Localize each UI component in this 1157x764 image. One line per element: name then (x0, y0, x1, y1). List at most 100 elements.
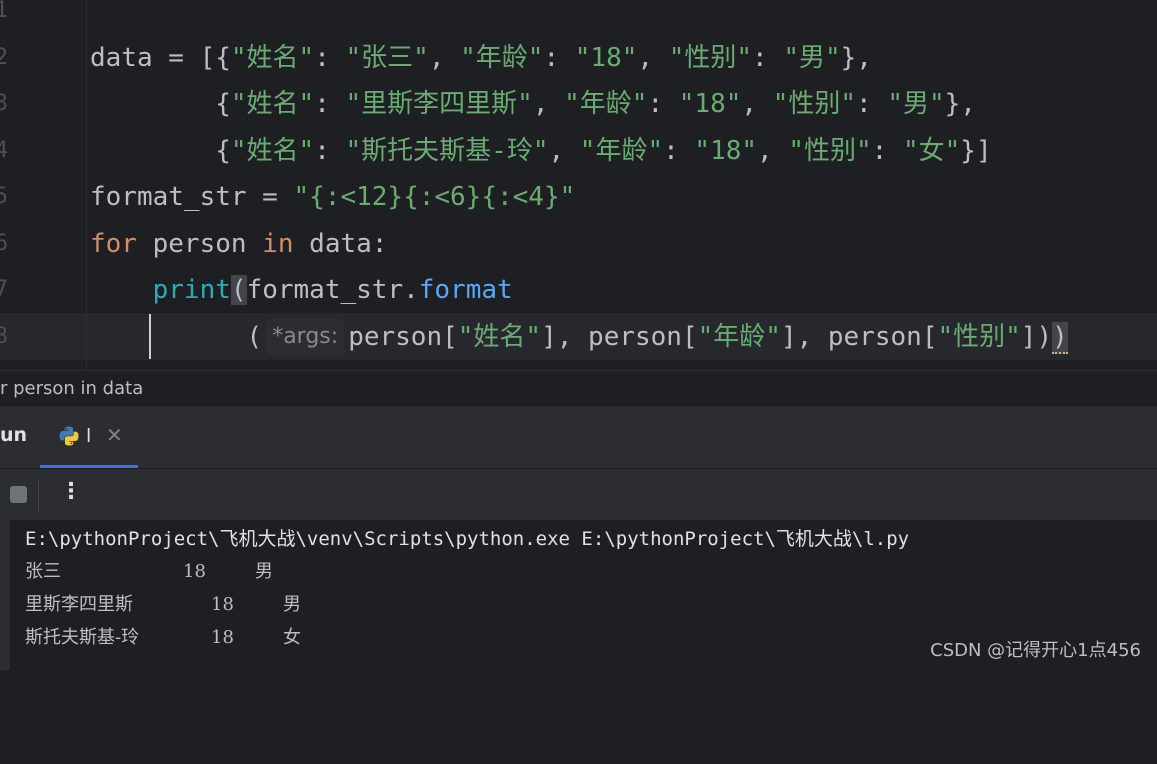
code-text: ], person[ (780, 322, 938, 352)
code-text: , (428, 43, 461, 73)
output-age: 18 (183, 561, 206, 582)
console-output-line: 张三 18 男 (25, 558, 425, 586)
toolbar-separator (38, 479, 39, 511)
code-text: format_str = (90, 182, 294, 212)
output-name: 里斯李四里斯 (25, 594, 133, 615)
console-output-line: 斯托夫斯基-玲 18 女 (25, 624, 425, 652)
string-literal: "张三" (345, 43, 429, 73)
string-literal: "年龄" (460, 43, 544, 73)
string-literal: "性别" (772, 89, 857, 119)
output-age: 18 (211, 627, 234, 648)
code-text: : (647, 89, 679, 119)
gutter-divider (86, 0, 87, 370)
tab-run-config[interactable]: l ✕ (40, 406, 138, 468)
code-text: : (871, 136, 903, 166)
code-text: { (90, 89, 231, 119)
tab-label: l (86, 425, 92, 447)
builtin-function: print (152, 275, 231, 305)
code-text: data: (293, 229, 388, 259)
matched-paren: ) (1052, 322, 1068, 354)
code-text: , (741, 89, 773, 119)
string-literal: "女" (902, 136, 961, 166)
code-text: }] (960, 136, 992, 166)
code-text: : (314, 43, 346, 73)
code-text: : (856, 89, 888, 119)
line-number: 1 (0, 0, 8, 23)
code-text: ] (1020, 322, 1037, 352)
code-text: ) (1036, 322, 1053, 352)
watermark: CSDN @记得开心1点456 (930, 640, 1141, 661)
code-line-3[interactable]: {"姓名": "里斯李四里斯", "年龄": "18", "性别": "男"}, (90, 81, 976, 127)
code-text: person (136, 229, 263, 259)
string-literal: "18" (678, 89, 742, 119)
code-text: : (663, 136, 695, 166)
run-toolwindow-title[interactable]: un (0, 424, 27, 446)
console-command-line: E:\pythonProject\飞机大战\venv\Scripts\pytho… (25, 528, 910, 550)
parameter-hint: *args: (266, 319, 345, 355)
output-gender: 男 (255, 561, 273, 582)
code-text: , (532, 89, 565, 119)
code-text: data = [{ (90, 43, 231, 73)
code-line-5[interactable]: format_str = "{:<12}{:<6}{:<4}" (90, 174, 575, 220)
code-text: { (90, 136, 231, 166)
console-output[interactable]: E:\pythonProject\飞机大战\venv\Scripts\pytho… (0, 520, 1157, 670)
code-text: : (314, 136, 346, 166)
string-literal: "性别" (937, 322, 1021, 352)
run-toolbar: ⋮ (0, 468, 1157, 520)
code-line-2[interactable]: data = [{"姓名": "张三", "年龄": "18", "性别": "… (90, 35, 872, 81)
string-literal: "姓名" (457, 322, 542, 352)
code-text: : (543, 43, 575, 73)
method-name: format (418, 275, 513, 305)
string-literal: "斯托夫斯基-玲" (345, 136, 549, 166)
matched-paren: ( (230, 275, 247, 305)
string-literal: "姓名" (230, 43, 315, 73)
string-literal: "男" (887, 89, 945, 119)
code-text: }, (840, 43, 872, 73)
code-text: , (548, 136, 580, 166)
code-text: person[ (348, 322, 458, 352)
stop-icon[interactable] (10, 486, 27, 503)
close-icon[interactable]: ✕ (106, 423, 123, 447)
string-literal: "{:<12}{:<6}{:<4}" (293, 182, 576, 212)
code-line-6[interactable]: for person in data: (90, 221, 387, 267)
code-text: ( (246, 322, 263, 352)
string-literal: "姓名" (230, 136, 315, 166)
console-gutter (0, 520, 10, 670)
line-number: 8 (0, 324, 8, 349)
output-age: 18 (211, 594, 234, 615)
console-output-line: 里斯李四里斯 18 男 (25, 591, 425, 619)
code-text: , (637, 43, 669, 73)
string-literal: "年龄" (697, 322, 781, 352)
code-line-7[interactable]: print(format_str.format (90, 267, 513, 313)
string-literal: "年龄" (579, 136, 664, 166)
code-text: format_str. (246, 275, 419, 305)
output-name: 张三 (25, 561, 61, 582)
code-line-8[interactable]: (*args: person["姓名"], person["年龄"], perso… (90, 314, 1068, 360)
string-literal: "性别" (788, 136, 872, 166)
keyword: in (262, 229, 294, 259)
code-text: : (752, 43, 784, 73)
string-literal: "姓名" (230, 89, 315, 119)
breadcrumb[interactable]: r person in data (0, 370, 1157, 406)
code-text: }, (944, 89, 976, 119)
python-icon (59, 426, 79, 446)
breadcrumb-item[interactable]: r person in data (0, 378, 143, 399)
code-line-4[interactable]: {"姓名": "斯托夫斯基-玲", "年龄": "18", "性别": "女"}… (90, 128, 992, 174)
string-literal: "18" (694, 136, 758, 166)
string-literal: "18" (574, 43, 638, 73)
output-gender: 女 (283, 627, 301, 648)
line-number: 5 (0, 184, 8, 209)
string-literal: "性别" (668, 43, 753, 73)
more-options-icon[interactable]: ⋮ (60, 479, 82, 504)
line-number: 3 (0, 91, 8, 116)
line-number: 7 (0, 277, 8, 302)
string-literal: "男" (783, 43, 841, 73)
line-number: 6 (0, 231, 8, 256)
code-editor[interactable]: 1 2 3 4 5 6 7 8 data = [{"姓名": "张三", "年龄… (0, 0, 1157, 370)
code-text: , (757, 136, 789, 166)
string-literal: "年龄" (564, 89, 648, 119)
line-number: 2 (0, 45, 8, 70)
string-literal: "里斯李四里斯" (345, 89, 533, 119)
